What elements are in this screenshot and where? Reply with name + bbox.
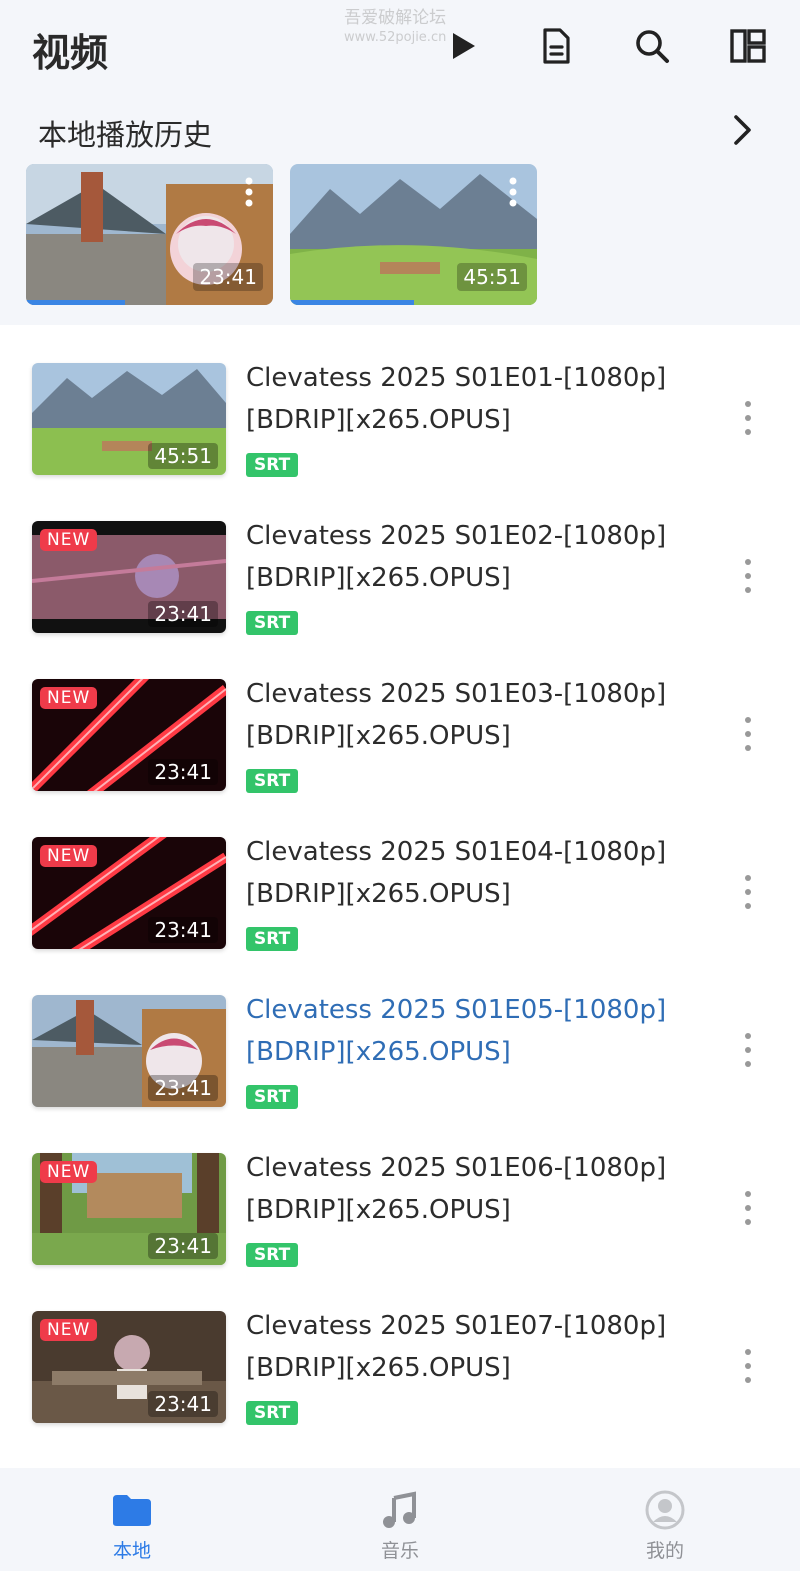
video-duration: 23:41 xyxy=(148,1075,218,1101)
layout-button[interactable] xyxy=(726,24,770,68)
more-vertical-icon[interactable] xyxy=(740,559,756,593)
video-duration: 23:41 xyxy=(148,759,218,785)
video-item[interactable]: NEW 23:41 Clevatess 2025 S01E03-[1080p][… xyxy=(0,679,800,819)
more-vertical-icon[interactable] xyxy=(740,401,756,435)
subtitle-badge: SRT xyxy=(246,1401,299,1425)
more-vertical-icon[interactable] xyxy=(740,1191,756,1225)
subtitle-badge: SRT xyxy=(246,927,299,951)
video-title: Clevatess 2025 S01E01-[1080p][BDRIP][x26… xyxy=(246,363,667,435)
video-thumbnail: NEW 23:41 xyxy=(32,1153,226,1265)
nav-label: 我的 xyxy=(645,1540,684,1562)
watermark-line-1: 吾爱破解论坛 xyxy=(344,8,447,28)
subtitle-badge: SRT xyxy=(246,1243,299,1267)
video-duration: 23:41 xyxy=(148,601,218,627)
video-thumbnail: NEW 23:41 xyxy=(32,679,226,791)
more-vertical-icon[interactable] xyxy=(740,875,756,909)
subtitle-badge: SRT xyxy=(246,769,299,793)
video-item[interactable]: 23:41 Clevatess 2025 S01E05-[1080p][BDRI… xyxy=(0,995,800,1135)
search-icon xyxy=(636,30,669,63)
video-item[interactable]: 45:51 Clevatess 2025 S01E01-[1080p][BDRI… xyxy=(0,363,800,503)
video-thumbnail: 45:51 xyxy=(32,363,226,475)
document-icon xyxy=(543,28,570,64)
play-button[interactable] xyxy=(440,24,484,68)
video-thumbnail: 23:41 xyxy=(32,995,226,1107)
nav-label: 本地 xyxy=(112,1540,151,1562)
video-item[interactable]: NEW 23:41 Clevatess 2025 S01E06-[1080p][… xyxy=(0,1153,800,1293)
nav-tab-local[interactable]: 本地 xyxy=(72,1490,192,1563)
nav-tab-mine[interactable]: 我的 xyxy=(605,1490,725,1563)
play-icon xyxy=(453,33,475,59)
new-badge: NEW xyxy=(40,1161,98,1183)
video-thumbnail: NEW 23:41 xyxy=(32,837,226,949)
search-button[interactable] xyxy=(630,24,674,68)
more-vertical-icon[interactable] xyxy=(243,176,255,208)
video-item[interactable]: NEW 23:41 Clevatess 2025 S01E04-[1080p][… xyxy=(0,837,800,977)
history-more-button[interactable] xyxy=(722,108,762,152)
subtitle-badge: SRT xyxy=(246,1085,299,1109)
document-button[interactable] xyxy=(534,24,578,68)
profile-icon xyxy=(643,1490,687,1530)
history-progress-bar xyxy=(290,300,414,305)
history-card[interactable]: 45:51 xyxy=(290,164,537,305)
video-title: Clevatess 2025 S01E07-[1080p][BDRIP][x26… xyxy=(246,1311,667,1383)
video-duration: 23:41 xyxy=(148,1391,218,1417)
history-card[interactable]: 23:41 xyxy=(26,164,273,305)
subtitle-badge: SRT xyxy=(246,611,299,635)
nav-label: 音乐 xyxy=(380,1540,419,1562)
video-duration: 23:41 xyxy=(148,917,218,943)
video-duration: 45:51 xyxy=(148,443,218,469)
video-item[interactable]: NEW 23:41 Clevatess 2025 S01E02-[1080p][… xyxy=(0,521,800,661)
video-title: Clevatess 2025 S01E04-[1080p][BDRIP][x26… xyxy=(246,837,667,909)
history-title: 本地播放历史 xyxy=(38,118,213,152)
watermark: 吾爱破解论坛 www.52pojie.cn xyxy=(344,8,446,48)
new-badge: NEW xyxy=(40,1319,98,1341)
more-vertical-icon[interactable] xyxy=(740,1349,756,1383)
history-duration: 45:51 xyxy=(457,263,527,291)
history-progress-bar xyxy=(26,300,125,305)
video-title: Clevatess 2025 S01E02-[1080p][BDRIP][x26… xyxy=(246,521,667,593)
app-header: 视频 吾爱破解论坛 www.52pojie.cn xyxy=(0,0,800,96)
video-duration: 23:41 xyxy=(148,1233,218,1259)
new-badge: NEW xyxy=(40,845,98,867)
video-title: Clevatess 2025 S01E03-[1080p][BDRIP][x26… xyxy=(246,679,667,751)
folder-icon xyxy=(110,1490,154,1530)
bottom-navigation: 本地 音乐 我的 xyxy=(0,1468,800,1571)
more-vertical-icon[interactable] xyxy=(740,1033,756,1067)
video-item[interactable]: NEW 23:41 Clevatess 2025 S01E07-[1080p][… xyxy=(0,1311,800,1451)
new-badge: NEW xyxy=(40,529,98,551)
nav-tab-music[interactable]: 音乐 xyxy=(340,1490,460,1563)
video-thumbnail: NEW 23:41 xyxy=(32,521,226,633)
chevron-right-icon xyxy=(734,115,751,145)
more-vertical-icon[interactable] xyxy=(507,176,519,208)
history-duration: 23:41 xyxy=(193,263,263,291)
video-thumbnail: NEW 23:41 xyxy=(32,1311,226,1423)
video-title: Clevatess 2025 S01E06-[1080p][BDRIP][x26… xyxy=(246,1153,667,1225)
video-title: Clevatess 2025 S01E05-[1080p][BDRIP][x26… xyxy=(246,995,667,1067)
subtitle-badge: SRT xyxy=(246,453,299,477)
page-title: 视频 xyxy=(32,31,109,75)
new-badge: NEW xyxy=(40,687,98,709)
layout-icon xyxy=(730,29,766,63)
more-vertical-icon[interactable] xyxy=(740,717,756,751)
watermark-line-2: www.52pojie.cn xyxy=(344,30,447,45)
music-icon xyxy=(378,1490,422,1530)
